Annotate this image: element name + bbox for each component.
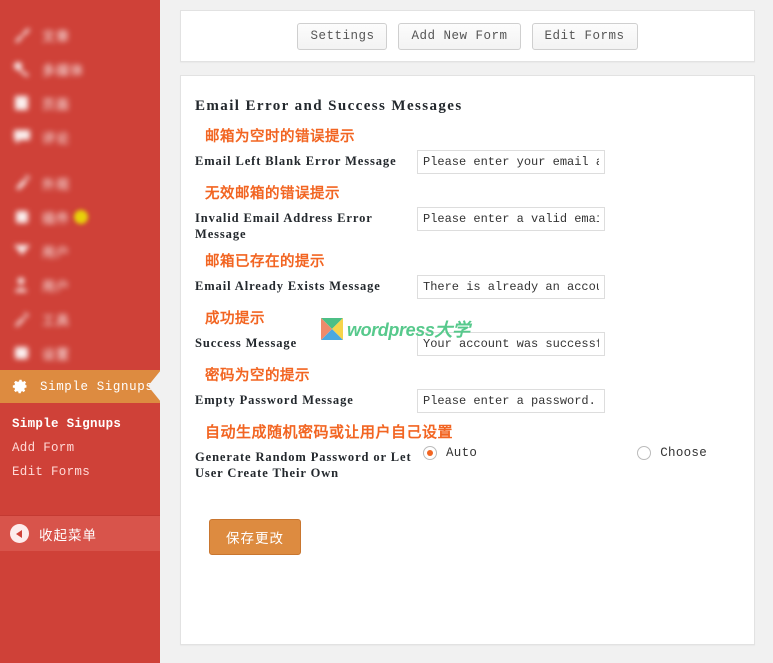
sidebar-item-label: 用户 <box>42 276 70 295</box>
label-empty-password: Empty Password Message <box>195 389 417 408</box>
sidebar-item-7[interactable]: 用户 <box>0 268 160 302</box>
settings-icon <box>12 344 32 362</box>
label-success: Success Message <box>195 332 417 351</box>
sidebar-item-9[interactable]: 设置 <box>0 336 160 370</box>
sidebar-item-label: 插件 <box>42 208 70 227</box>
plugin-update-badge <box>74 210 88 224</box>
radio-choose-label: Choose <box>660 446 707 460</box>
note-password-mode: 自动生成随机密码或让用户自己设置 <box>205 421 732 442</box>
sidebar-item-0[interactable]: 文章 <box>0 18 160 52</box>
input-invalid-email[interactable] <box>417 207 605 231</box>
label-email-blank: Email Left Blank Error Message <box>195 150 417 169</box>
input-empty-password[interactable] <box>417 389 605 413</box>
note-success: 成功提示 <box>205 307 732 328</box>
plugins-icon <box>12 208 32 226</box>
admin-sidebar: 文章 多媒体 页面 评论 外观 插件 用户 <box>0 0 160 663</box>
edit-forms-button[interactable]: Edit Forms <box>532 23 638 50</box>
comment-icon <box>12 128 32 146</box>
sidebar-item-4[interactable]: 外观 <box>0 166 160 200</box>
sidebar-item-6[interactable]: 用户 <box>0 234 160 268</box>
tools-icon <box>12 310 32 328</box>
save-changes-button[interactable]: 保存更改 <box>209 519 301 555</box>
radio-choose-icon[interactable] <box>637 446 651 460</box>
page-title: Email Error and Success Messages <box>195 98 732 115</box>
sidebar-item-label: 多媒体 <box>42 60 84 79</box>
radio-auto-icon[interactable] <box>423 446 437 460</box>
sidebar-bottom: 收起菜单 <box>0 515 160 663</box>
sidebar-item-1[interactable]: 多媒体 <box>0 52 160 86</box>
sidebar-item-8[interactable]: 工具 <box>0 302 160 336</box>
radio-option-auto[interactable]: Auto <box>423 446 477 460</box>
sidebar-item-label: 设置 <box>42 344 70 363</box>
settings-button[interactable]: Settings <box>297 23 387 50</box>
input-email-blank[interactable] <box>417 150 605 174</box>
sidebar-item-5[interactable]: 插件 <box>0 200 160 234</box>
field-row-invalid-email: Invalid Email Address Error Message <box>195 207 732 242</box>
field-row-email-exists: Email Already Exists Message <box>195 275 732 299</box>
sidebar-item-label: 评论 <box>42 128 70 147</box>
collapse-menu-label: 收起菜单 <box>39 524 97 544</box>
note-email-exists: 邮箱已存在的提示 <box>205 250 732 271</box>
field-row-email-blank: Email Left Blank Error Message <box>195 150 732 174</box>
admin-page: 文章 多媒体 页面 评论 外观 插件 用户 <box>0 0 773 663</box>
label-email-exists: Email Already Exists Message <box>195 275 417 294</box>
users-icon <box>12 242 32 260</box>
radio-auto-label: Auto <box>446 446 477 460</box>
field-row-password-mode: Generate Random Password or Let User Cre… <box>195 446 732 481</box>
pin-icon <box>12 26 32 44</box>
label-invalid-email: Invalid Email Address Error Message <box>195 207 417 242</box>
sidebar-item-label: 工具 <box>42 310 70 329</box>
submenu-item-edit-forms[interactable]: Edit Forms <box>0 460 160 484</box>
sidebar-item-2[interactable]: 页面 <box>0 86 160 120</box>
submenu-item-simple-signups[interactable]: Simple Signups <box>0 412 160 436</box>
toolbar-panel: Settings Add New Form Edit Forms <box>180 10 755 62</box>
input-success[interactable] <box>417 332 605 356</box>
sidebar-item-simple-signups[interactable]: Simple Signups <box>0 370 160 403</box>
radio-option-choose[interactable]: Choose <box>637 446 707 460</box>
profile-icon <box>12 276 32 294</box>
media-icon <box>12 60 32 78</box>
label-password-mode: Generate Random Password or Let User Cre… <box>195 446 417 481</box>
settings-panel: Email Error and Success Messages 邮箱为空时的错… <box>180 75 755 645</box>
sidebar-submenu: Simple Signups Add Form Edit Forms <box>0 403 160 495</box>
main-content: Settings Add New Form Edit Forms Email E… <box>160 0 773 663</box>
note-email-blank: 邮箱为空时的错误提示 <box>205 125 732 146</box>
collapse-arrow-icon <box>10 524 29 543</box>
add-new-form-button[interactable]: Add New Form <box>398 23 520 50</box>
input-email-exists[interactable] <box>417 275 605 299</box>
appearance-icon <box>12 174 32 192</box>
sidebar-item-label: 用户 <box>42 242 70 261</box>
sidebar-item-3[interactable]: 评论 <box>0 120 160 154</box>
radio-group-password-mode: Auto Choose <box>417 446 732 460</box>
gear-icon <box>12 378 29 395</box>
page-icon <box>12 94 32 112</box>
sidebar-active-label: Simple Signups <box>40 380 153 394</box>
collapse-menu-button[interactable]: 收起菜单 <box>0 515 160 551</box>
sidebar-divider <box>0 154 160 166</box>
field-row-empty-password: Empty Password Message <box>195 389 732 413</box>
sidebar-item-label: 页面 <box>42 94 70 113</box>
field-row-success: Success Message <box>195 332 732 356</box>
sidebar-item-label: 文章 <box>42 26 70 45</box>
submenu-item-add-form[interactable]: Add Form <box>0 436 160 460</box>
sidebar-item-label: 外观 <box>42 174 70 193</box>
note-empty-password: 密码为空的提示 <box>205 364 732 385</box>
note-invalid-email: 无效邮箱的错误提示 <box>205 182 732 203</box>
